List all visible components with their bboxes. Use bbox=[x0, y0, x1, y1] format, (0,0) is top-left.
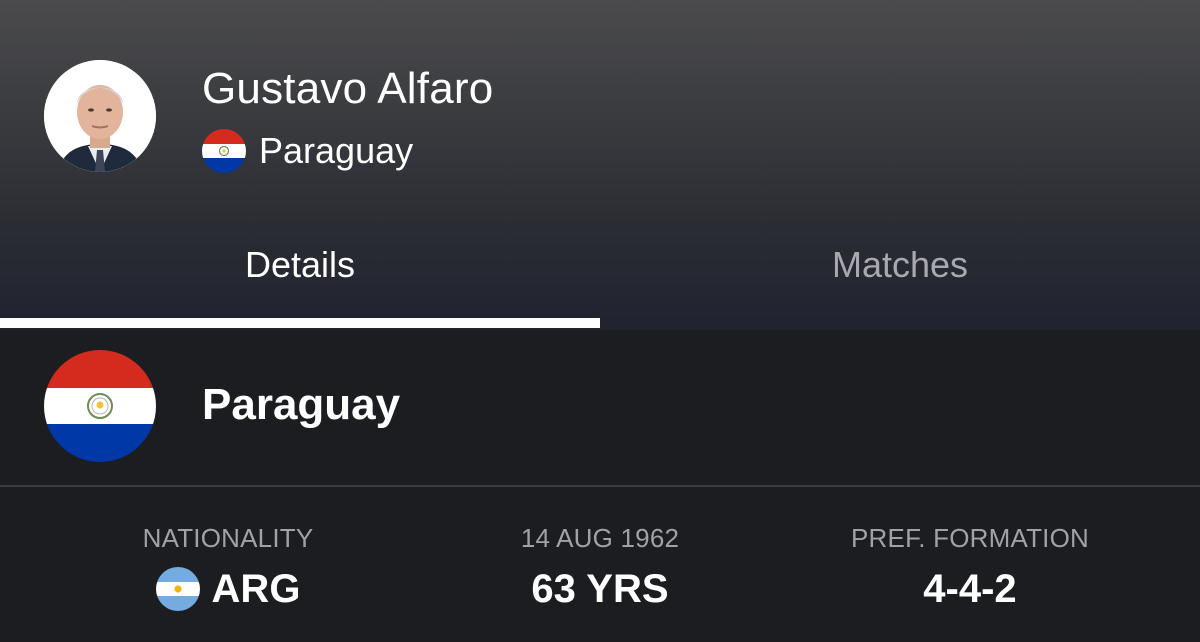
paraguay-flag-icon bbox=[44, 350, 156, 462]
nationality-stat: NATIONALITY ARG bbox=[28, 520, 428, 620]
formation-stat: PREF. FORMATION 4-4-2 bbox=[770, 520, 1170, 620]
active-tab-indicator bbox=[0, 318, 600, 328]
birth-date-label: 14 AUG 1962 bbox=[520, 523, 680, 553]
coach-avatar bbox=[44, 60, 156, 172]
nationality-value: ARG bbox=[211, 566, 301, 611]
coach-header: Gustavo Alfaro Paraguay Details Matches bbox=[0, 0, 1200, 330]
coach-team-link[interactable]: Paraguay bbox=[202, 128, 413, 174]
formation-value: 4-4-2 bbox=[923, 566, 1017, 611]
age-stat: 14 AUG 1962 63 YRS bbox=[400, 520, 800, 620]
formation-label: PREF. FORMATION bbox=[851, 523, 1089, 553]
tab-details[interactable]: Details bbox=[0, 240, 600, 290]
coach-photo-icon bbox=[44, 60, 156, 172]
nationality-label: NATIONALITY bbox=[142, 523, 314, 553]
coach-team-name: Paraguay bbox=[259, 130, 414, 171]
tab-matches[interactable]: Matches bbox=[600, 240, 1200, 290]
paraguay-flag-icon bbox=[202, 129, 246, 173]
team-name: Paraguay bbox=[202, 380, 401, 429]
coach-name: Gustavo Alfaro bbox=[202, 64, 494, 113]
nationality-value-row: ARG bbox=[155, 566, 301, 612]
team-row[interactable]: Paraguay bbox=[0, 330, 1200, 485]
section-divider bbox=[0, 485, 1200, 487]
argentina-flag-icon bbox=[155, 567, 200, 611]
age-value: 63 YRS bbox=[531, 566, 669, 611]
